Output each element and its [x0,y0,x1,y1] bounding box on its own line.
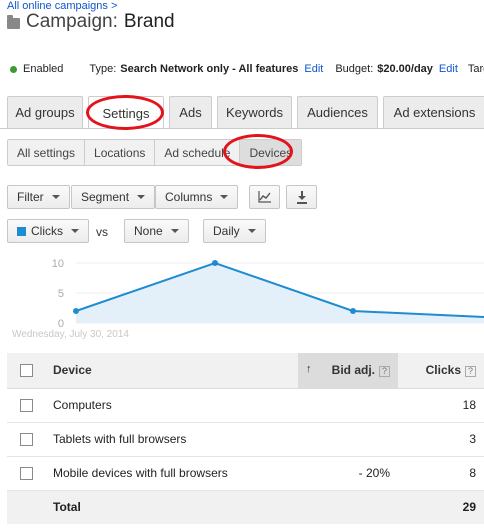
total-clicks: 29 [398,490,484,524]
chart-date-label: Wednesday, July 30, 2014 [12,329,129,340]
total-bid-adj-cell [298,490,398,524]
row-checkbox[interactable] [20,467,33,481]
status-enabled[interactable]: Enabled [23,63,63,75]
campaign-name: Brand [123,11,175,32]
filter-button[interactable]: Filter [7,185,70,209]
y-tick-label: 10 [52,258,64,270]
tab-ad-extensions[interactable]: Ad extensions [383,96,484,128]
metric1-select[interactable]: Clicks [7,219,89,243]
period-select[interactable]: Daily [203,219,266,243]
metric1-label: Clicks [31,224,63,238]
clicks-cell: 8 [398,456,484,491]
metric2-label: None [134,224,163,238]
campaign-label: Campaign: [26,11,118,32]
edit-budget-link[interactable]: Edit [439,63,458,75]
budget-value: $20.00/day [377,63,433,75]
table-row[interactable]: Mobile devices with full browsers - 20% … [7,456,484,491]
table-row[interactable]: Computers 18 [7,388,484,423]
help-icon[interactable]: ? [465,365,476,377]
metric2-select[interactable]: None [124,219,189,243]
clicks-column-header[interactable]: Clicks? [398,353,484,389]
folder-icon [7,14,20,29]
annotation-circle-settings [86,95,164,130]
toggle-graph-button[interactable] [249,185,280,209]
data-point [212,260,218,266]
bid-adj-cell[interactable]: - 20% [298,456,398,491]
chevron-down-icon [51,195,60,199]
segment-label: Segment [81,190,130,204]
bid-adj-cell[interactable] [298,388,398,423]
devices-table: Device ↑ Bid adj.? Clicks? Computers 18 … [7,353,484,524]
period-label: Daily [213,224,240,238]
clicks-label: Clicks [425,363,461,378]
tab-ads[interactable]: Ads [169,96,212,128]
row-checkbox-cell [7,388,45,423]
annotation-circle-devices [223,134,293,169]
table-row[interactable]: Tablets with full browsers 3 [7,422,484,457]
segment-button[interactable]: Segment [71,185,156,209]
budget-label: Budget: [335,63,374,75]
table-header-row: Device ↑ Bid adj.? Clicks? [7,353,484,389]
download-button[interactable] [286,185,317,209]
y-tick-label: 5 [58,288,64,300]
row-checkbox[interactable] [20,399,33,413]
chevron-down-icon [137,195,146,199]
type-value: Search Network only - All features [120,63,299,75]
columns-label: Columns [165,190,213,204]
device-cell: Mobile devices with full browsers [45,456,298,491]
tab-ad-groups[interactable]: Ad groups [7,96,83,128]
total-label: Total [45,490,298,524]
download-icon [296,190,307,204]
targeting-label: Targ [467,63,484,75]
vs-label: vs [96,225,108,239]
tab-keywords[interactable]: Keywords [217,96,292,128]
subtab-locations[interactable]: Locations [85,140,156,165]
bid-adj-label: Bid adj. [331,363,375,378]
line-chart-icon [257,191,271,203]
main-tabs: Ad groups Settings Ads Keywords Audience… [7,96,484,129]
clicks-cell: 18 [398,388,484,423]
page-title: Campaign: Brand [7,11,175,33]
data-point [73,308,79,314]
select-all-cell [7,353,45,389]
clicks-cell: 3 [398,422,484,457]
metric-color-swatch [17,226,26,236]
help-icon[interactable]: ? [379,365,390,377]
status-dot-icon [10,65,17,73]
row-checkbox-cell [7,422,45,457]
columns-button[interactable]: Columns [155,185,239,209]
chevron-down-icon [220,195,229,199]
data-point [350,308,356,314]
device-cell: Tablets with full browsers [45,422,298,457]
chevron-down-icon [71,229,79,233]
row-checkbox[interactable] [20,433,33,447]
device-cell: Computers [45,388,298,423]
device-column-header[interactable]: Device [45,353,298,389]
sort-up-icon: ↑ [306,363,312,376]
select-all-checkbox[interactable] [20,364,33,378]
filter-label: Filter [17,190,44,204]
chevron-down-icon [247,229,256,233]
tab-audiences[interactable]: Audiences [297,96,378,128]
tab-divider [0,128,484,129]
subtab-all-settings[interactable]: All settings [8,140,86,165]
campaign-status-bar: Enabled Type: Search Network only - All … [10,63,484,75]
bid-adj-cell[interactable] [298,422,398,457]
row-checkbox-cell [7,456,45,491]
type-label: Type: [89,63,117,75]
total-row: Total 29 [7,490,484,524]
bid-adj-column-header[interactable]: ↑ Bid adj.? [298,353,398,389]
edit-type-link[interactable]: Edit [304,63,323,75]
total-empty-cell [7,490,45,524]
chevron-down-icon [170,229,179,233]
